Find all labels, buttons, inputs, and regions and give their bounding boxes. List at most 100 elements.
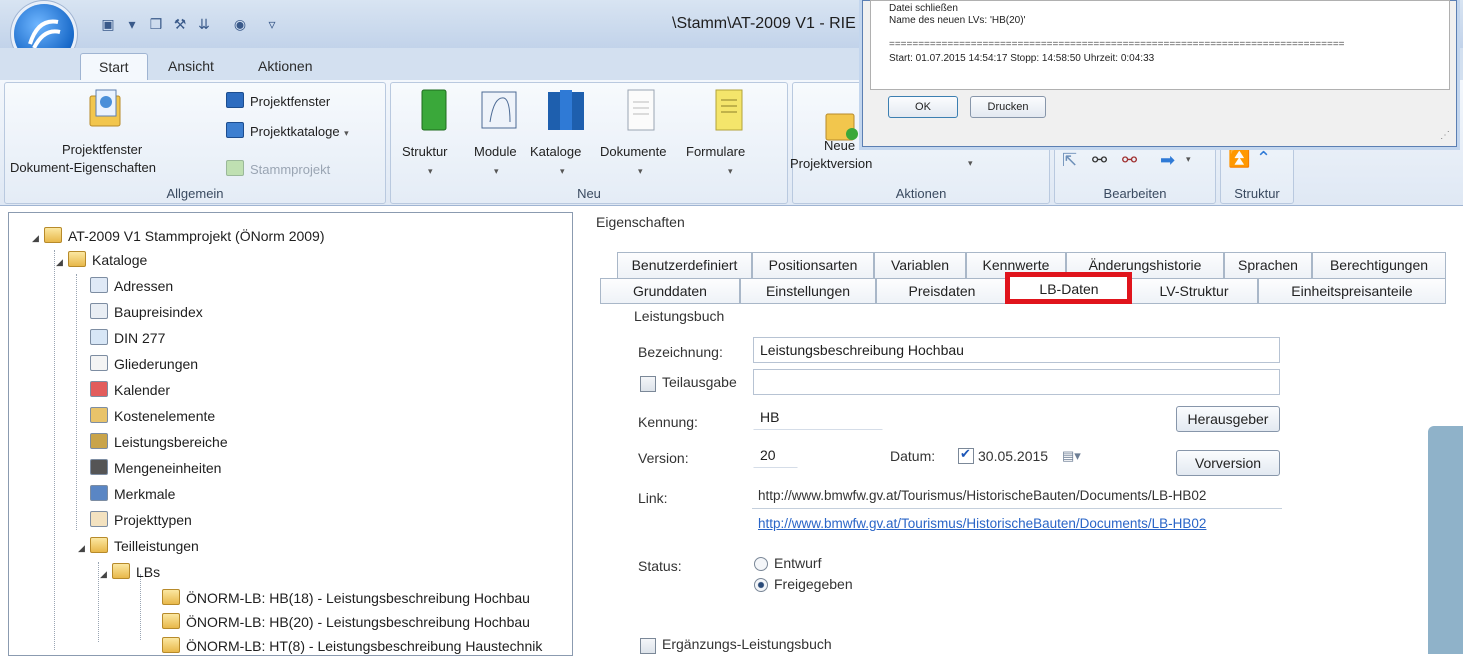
tree-item-gliederungen[interactable]: Gliederungen bbox=[90, 352, 198, 376]
catalog-icon bbox=[226, 122, 244, 138]
tree-item-teilleistungen[interactable]: ◢ Teilleistungen bbox=[78, 534, 199, 558]
teilausgabe-checkbox[interactable] bbox=[640, 376, 656, 392]
weight-icon bbox=[90, 459, 108, 475]
projektfenster-small-button[interactable]: Projektfenster bbox=[226, 92, 330, 112]
kennung-label: Kennung: bbox=[638, 414, 698, 430]
qat-open-icon[interactable]: ❒ bbox=[146, 16, 166, 34]
kataloge-button[interactable]: Kataloge ▾ bbox=[530, 88, 600, 188]
kennung-field[interactable]: HB bbox=[753, 404, 883, 430]
module-icon bbox=[481, 91, 517, 129]
tree-item-lb-hb18[interactable]: ÖNORM-LB: HB(18) - Leistungsbeschreibung… bbox=[162, 586, 530, 610]
tree-expand-icon[interactable]: ◢ bbox=[56, 250, 68, 274]
tree-item-lb-hb20[interactable]: ÖNORM-LB: HB(20) - Leistungsbeschreibung… bbox=[162, 610, 530, 634]
tree-item-baupreisindex[interactable]: Baupreisindex bbox=[90, 300, 203, 324]
folder-document-icon bbox=[89, 89, 121, 127]
kataloge-label: Kataloge bbox=[530, 144, 582, 159]
qat-tool-icon[interactable]: ⚒ bbox=[170, 16, 190, 34]
vorversion-button[interactable]: Vorversion bbox=[1176, 450, 1280, 476]
tab-aktionen[interactable]: Aktionen bbox=[240, 53, 330, 79]
ok-button[interactable]: OK bbox=[888, 96, 958, 118]
qat-dropdown-icon[interactable]: ▾ bbox=[122, 16, 142, 34]
tree-expand-icon[interactable]: ◢ bbox=[100, 562, 112, 586]
qat-expand-icon[interactable]: ⇊ bbox=[194, 16, 214, 34]
window-title: \Stamm\AT-2009 V1 - RIE bbox=[672, 15, 856, 32]
index-chart-icon bbox=[90, 303, 108, 319]
tab-benutzerdefiniert[interactable]: Benutzerdefiniert bbox=[617, 252, 752, 278]
tree-item-leistungsbereiche[interactable]: Leistungsbereiche bbox=[90, 430, 228, 454]
tree-item-kalender[interactable]: Kalender bbox=[90, 378, 170, 402]
formulare-label: Formulare bbox=[686, 144, 746, 159]
link-field[interactable]: http://www.bmwfw.gv.at/Tourismus/Histori… bbox=[758, 488, 1206, 503]
tab-variablen[interactable]: Variablen bbox=[874, 252, 966, 278]
protocol-text-area[interactable]: Datei schließen Name des neuen LVs: 'HB(… bbox=[870, 0, 1450, 90]
projektfenster-label: Projektfenster bbox=[62, 142, 143, 157]
tab-ansicht[interactable]: Ansicht bbox=[150, 53, 232, 79]
dokument-eigenschaften-button[interactable]: Dokument-Eigenschaften bbox=[10, 160, 156, 175]
double-chevron-up-icon[interactable]: ⏫ bbox=[1228, 148, 1250, 169]
resize-grip-icon[interactable]: ⋰ bbox=[1440, 130, 1450, 141]
binoculars-icon[interactable]: ⚯ bbox=[1092, 150, 1107, 171]
chevron-down-icon[interactable]: ▾ bbox=[1186, 154, 1191, 165]
datum-checkbox[interactable]: ✔ bbox=[958, 446, 974, 464]
move-icon[interactable]: ⇱ bbox=[1062, 150, 1077, 171]
projektkataloge-button[interactable]: Projektkataloge ▾ bbox=[226, 122, 349, 142]
qat-globe-icon[interactable]: ◉ bbox=[230, 16, 250, 34]
tree-item-adressen[interactable]: Adressen bbox=[90, 274, 173, 298]
tab-preisdaten[interactable]: Preisdaten bbox=[876, 278, 1008, 304]
teilausgabe-field[interactable] bbox=[753, 369, 1280, 395]
struktur-button[interactable]: Struktur ▾ bbox=[402, 88, 468, 188]
version-label: Version: bbox=[638, 450, 689, 466]
tree-item-lbs[interactable]: ◢ LBs bbox=[100, 560, 160, 584]
window-icon bbox=[226, 92, 244, 108]
tree-item-projekttypen[interactable]: Projekttypen bbox=[90, 508, 192, 532]
module-button[interactable]: Module ▾ bbox=[470, 88, 530, 188]
chevron-up-icon[interactable]: ⌃ bbox=[1256, 148, 1271, 169]
tab-einstellungen[interactable]: Einstellungen bbox=[740, 278, 876, 304]
status-entwurf-radio[interactable] bbox=[754, 557, 768, 571]
stammprojekt-label: Stammprojekt bbox=[250, 162, 331, 177]
group-struktur-label: Struktur bbox=[1234, 186, 1280, 201]
tab-einheitspreisanteile[interactable]: Einheitspreisanteile bbox=[1258, 278, 1446, 304]
lb-document-icon bbox=[162, 637, 180, 653]
formulare-button[interactable]: Formulare ▾ bbox=[686, 88, 782, 188]
find-replace-icon[interactable]: ⚯ bbox=[1122, 150, 1137, 171]
folder-icon bbox=[112, 563, 130, 579]
tree-item-mengeneinheiten[interactable]: Mengeneinheiten bbox=[90, 456, 221, 480]
qat-customize-icon[interactable]: ▿ bbox=[262, 16, 282, 34]
tab-positionsarten[interactable]: Positionsarten bbox=[752, 252, 874, 278]
dokumente-button[interactable]: Dokumente ▾ bbox=[600, 88, 684, 188]
tab-grunddaten[interactable]: Grunddaten bbox=[600, 278, 740, 304]
ergaenzung-checkbox[interactable] bbox=[640, 638, 656, 654]
datum-value[interactable]: 30.05.2015 bbox=[978, 448, 1048, 464]
bezeichnung-field[interactable]: Leistungsbeschreibung Hochbau bbox=[753, 337, 1280, 363]
tree-root[interactable]: ◢ AT-2009 V1 Stammprojekt (ÖNorm 2009) bbox=[32, 224, 325, 248]
tab-sprachen[interactable]: Sprachen bbox=[1224, 252, 1312, 278]
tree-item-kataloge[interactable]: ◢ Kataloge bbox=[56, 248, 147, 272]
version-field[interactable]: 20 bbox=[753, 442, 798, 468]
tree-expand-icon[interactable]: ◢ bbox=[32, 226, 44, 250]
tab-start[interactable]: Start bbox=[80, 53, 148, 80]
drucken-button[interactable]: Drucken bbox=[970, 96, 1046, 118]
tree-item-kostenelemente[interactable]: Kostenelemente bbox=[90, 404, 215, 428]
tree-item-merkmale[interactable]: Merkmale bbox=[90, 482, 175, 506]
tab-lv-struktur[interactable]: LV-Struktur bbox=[1130, 278, 1258, 304]
tab-berechtigungen[interactable]: Berechtigungen bbox=[1312, 252, 1446, 278]
tree-item-din-277[interactable]: DIN 277 bbox=[90, 326, 165, 350]
calendar-dropdown-icon[interactable]: ▤▾ bbox=[1062, 448, 1081, 464]
projektversion-label: Projektversion bbox=[790, 156, 873, 171]
arrow-right-icon[interactable]: ➡ bbox=[1160, 150, 1175, 171]
folder-icon bbox=[68, 251, 86, 267]
list-icon bbox=[90, 355, 108, 371]
house-icon bbox=[90, 511, 108, 527]
link-hyperlink[interactable]: http://www.bmwfw.gv.at/Tourismus/Histori… bbox=[758, 516, 1206, 531]
calendar-icon bbox=[90, 381, 108, 397]
group-allgemein-label: Allgemein bbox=[166, 186, 224, 201]
qat-new-icon[interactable]: ▣ bbox=[98, 16, 118, 34]
status-freigegeben-radio[interactable] bbox=[754, 578, 768, 592]
tree-expand-icon[interactable]: ◢ bbox=[78, 536, 90, 560]
herausgeber-button[interactable]: Herausgeber bbox=[1176, 406, 1280, 432]
stammprojekt-button[interactable]: Stammprojekt bbox=[226, 160, 330, 180]
chevron-down-icon: ▾ bbox=[494, 166, 499, 176]
tree-item-lb-ht8[interactable]: ÖNORM-LB: HT(8) - Leistungsbeschreibung … bbox=[162, 634, 542, 658]
tree-item-label: Kostenelemente bbox=[114, 408, 216, 424]
